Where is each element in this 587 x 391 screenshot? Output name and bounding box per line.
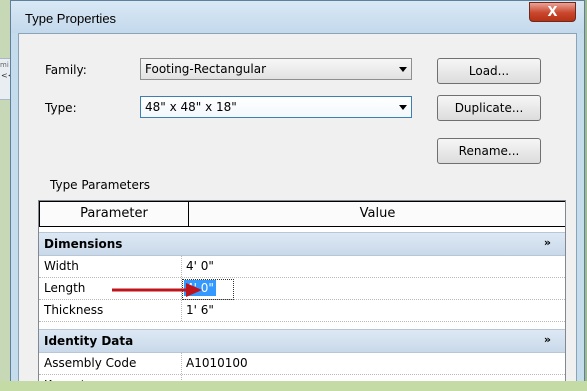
background-band (0, 381, 587, 391)
annotation-arrow-icon (112, 283, 202, 297)
arrow-head (186, 283, 202, 297)
